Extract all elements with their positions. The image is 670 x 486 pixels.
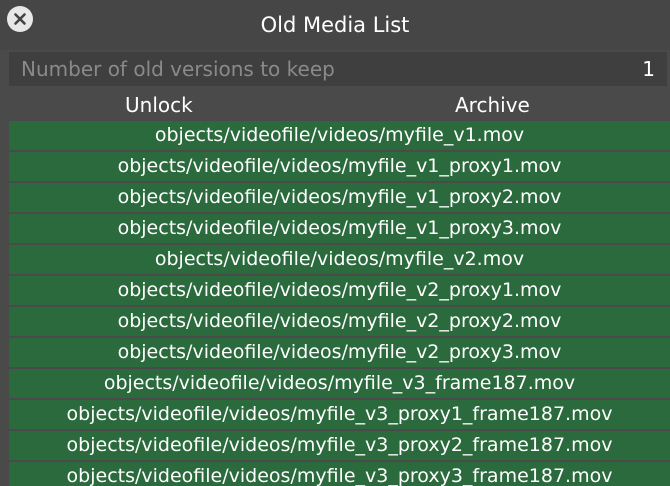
versions-to-keep-label: Number of old versions to keep bbox=[21, 57, 335, 81]
titlebar: Old Media List bbox=[0, 0, 670, 50]
old-media-list-window: Old Media List Number of old versions to… bbox=[0, 0, 670, 486]
list-item[interactable]: objects/videofile/videos/myfile_v2_proxy… bbox=[9, 276, 670, 305]
list-item[interactable]: objects/videofile/videos/myfile_v1.mov bbox=[9, 121, 670, 150]
media-file-list: objects/videofile/videos/myfile_v1.mov o… bbox=[9, 121, 670, 486]
versions-to-keep-field[interactable]: 1 bbox=[559, 52, 667, 86]
list-item[interactable]: objects/videofile/videos/myfile_v3_proxy… bbox=[9, 431, 670, 460]
window-title: Old Media List bbox=[260, 13, 410, 37]
list-item[interactable]: objects/videofile/videos/myfile_v1_proxy… bbox=[9, 152, 670, 181]
list-item[interactable]: objects/videofile/videos/myfile_v2_proxy… bbox=[9, 338, 670, 367]
archive-column-button[interactable]: Archive bbox=[455, 90, 530, 120]
list-item[interactable]: objects/videofile/videos/myfile_v1_proxy… bbox=[9, 214, 670, 243]
unlock-column-button[interactable]: Unlock bbox=[125, 90, 193, 120]
list-item[interactable]: objects/videofile/videos/myfile_v2_proxy… bbox=[9, 307, 670, 336]
list-item[interactable]: objects/videofile/videos/myfile_v3_frame… bbox=[9, 369, 670, 398]
list-item[interactable]: objects/videofile/videos/myfile_v1_proxy… bbox=[9, 183, 670, 212]
column-header-row: Unlock Archive bbox=[9, 90, 667, 120]
versions-to-keep-row: Number of old versions to keep 1 bbox=[9, 52, 667, 86]
list-item[interactable]: objects/videofile/videos/myfile_v3_proxy… bbox=[9, 400, 670, 429]
list-item[interactable]: objects/videofile/videos/myfile_v2.mov bbox=[9, 245, 670, 274]
list-item[interactable]: objects/videofile/videos/myfile_v3_proxy… bbox=[9, 462, 670, 486]
